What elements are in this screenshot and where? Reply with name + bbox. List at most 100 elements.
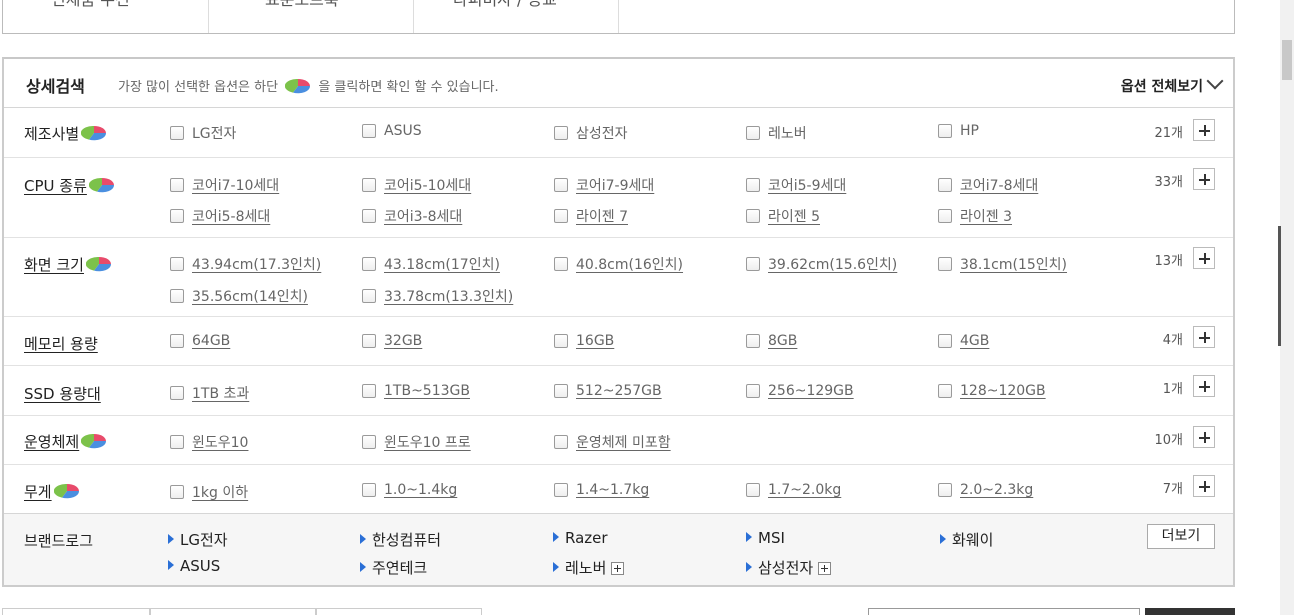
checkbox[interactable] — [170, 289, 184, 303]
option-checkbox[interactable]: 라이젠 5 — [746, 206, 820, 226]
option-checkbox[interactable]: 33.78cm(13.3인치) — [362, 286, 513, 306]
checkbox[interactable] — [362, 124, 376, 138]
brand-link[interactable]: LG전자 — [168, 529, 228, 550]
checkbox[interactable] — [938, 257, 952, 271]
checkbox[interactable] — [170, 126, 184, 140]
checkbox[interactable] — [938, 178, 952, 192]
filter-label-weight[interactable]: 무게 — [24, 481, 80, 502]
brand-link[interactable]: 화웨이 — [940, 529, 993, 550]
option-checkbox[interactable]: 1.0~1.4kg — [362, 482, 457, 498]
scrollbar-thumb[interactable] — [1282, 40, 1292, 80]
option-checkbox[interactable]: 35.56cm(14인치) — [170, 286, 308, 306]
option-checkbox[interactable]: 코어i3-8세대 — [362, 206, 462, 226]
checkbox[interactable] — [170, 386, 184, 400]
tab-item[interactable]: 인체품 우선 — [51, 0, 130, 10]
option-checkbox[interactable]: 코어i7-8세대 — [938, 175, 1038, 195]
checkbox[interactable] — [362, 209, 376, 223]
option-checkbox[interactable]: 1TB~513GB — [362, 383, 470, 399]
option-checkbox[interactable]: 1TB 초과 — [170, 383, 249, 403]
option-checkbox[interactable]: 38.1cm(15인치) — [938, 254, 1067, 274]
plus-icon[interactable] — [1193, 168, 1215, 190]
checkbox[interactable] — [938, 209, 952, 223]
checkbox[interactable] — [170, 334, 184, 348]
bottom-tab[interactable] — [316, 608, 482, 615]
option-checkbox[interactable]: ASUS — [362, 123, 422, 139]
bottom-tab[interactable] — [2, 608, 150, 615]
pie-chart-icon[interactable] — [85, 256, 112, 272]
option-checkbox[interactable]: 64GB — [170, 333, 230, 349]
option-checkbox[interactable]: 코어i5-10세대 — [362, 175, 471, 195]
more-brands-button[interactable]: 더보기 — [1147, 524, 1215, 549]
checkbox[interactable] — [362, 257, 376, 271]
option-checkbox[interactable]: LG전자 — [170, 123, 236, 143]
option-checkbox[interactable]: 라이젠 7 — [554, 206, 628, 226]
checkbox[interactable] — [746, 209, 760, 223]
tab-item[interactable]: 표준소트룩 — [265, 0, 339, 10]
filter-label-ssd[interactable]: SSD 용량대 — [24, 383, 101, 404]
checkbox[interactable] — [170, 257, 184, 271]
option-checkbox[interactable]: 128~120GB — [938, 383, 1046, 399]
tab-item[interactable]: 다피비자 / 등교 — [453, 0, 557, 10]
bottom-tab[interactable] — [150, 608, 316, 615]
plus-icon[interactable] — [1193, 426, 1215, 448]
checkbox[interactable] — [554, 178, 568, 192]
filter-label-screen[interactable]: 화면 크기 — [24, 254, 112, 275]
plus-icon[interactable] — [1193, 119, 1215, 141]
option-checkbox[interactable]: 1.7~2.0kg — [746, 482, 841, 498]
brand-link[interactable]: ASUS — [168, 557, 220, 575]
option-checkbox[interactable]: 32GB — [362, 333, 422, 349]
checkbox[interactable] — [554, 209, 568, 223]
plus-icon[interactable] — [1193, 375, 1215, 397]
checkbox[interactable] — [746, 483, 760, 497]
pie-chart-icon[interactable] — [81, 125, 107, 141]
filter-label-cpu[interactable]: CPU 종류 — [24, 175, 115, 196]
checkbox[interactable] — [746, 334, 760, 348]
plus-icon[interactable] — [1193, 475, 1215, 497]
pie-chart-icon[interactable] — [53, 483, 80, 499]
checkbox[interactable] — [938, 483, 952, 497]
checkbox[interactable] — [938, 384, 952, 398]
option-checkbox[interactable]: 43.18cm(17인치) — [362, 254, 500, 274]
checkbox[interactable] — [170, 178, 184, 192]
option-checkbox[interactable]: 8GB — [746, 333, 797, 349]
option-checkbox[interactable]: 운영체제 미포함 — [554, 432, 671, 452]
checkbox[interactable] — [554, 483, 568, 497]
scrollbar[interactable] — [1280, 0, 1294, 615]
option-checkbox[interactable]: 코어i7-10세대 — [170, 175, 279, 195]
bottom-input[interactable] — [868, 608, 1140, 615]
option-checkbox[interactable]: 레노버 — [746, 123, 807, 143]
checkbox[interactable] — [362, 334, 376, 348]
bottom-button[interactable] — [1145, 608, 1235, 615]
checkbox[interactable] — [362, 289, 376, 303]
brand-link[interactable]: 한성컴퓨터 — [360, 529, 441, 550]
checkbox[interactable] — [554, 257, 568, 271]
brand-link[interactable]: 레노버 — [553, 557, 625, 578]
checkbox[interactable] — [938, 334, 952, 348]
option-checkbox[interactable]: 40.8cm(16인치) — [554, 254, 683, 274]
option-checkbox[interactable]: 삼성전자 — [554, 123, 628, 143]
checkbox[interactable] — [362, 178, 376, 192]
checkbox[interactable] — [746, 257, 760, 271]
option-checkbox[interactable]: 39.62cm(15.6인치) — [746, 254, 897, 274]
option-checkbox[interactable]: 코어i5-8세대 — [170, 206, 270, 226]
plus-icon[interactable] — [818, 562, 832, 575]
option-checkbox[interactable]: HP — [938, 123, 979, 139]
checkbox[interactable] — [362, 384, 376, 398]
checkbox[interactable] — [170, 435, 184, 449]
pie-chart-icon[interactable] — [81, 433, 107, 449]
brand-link[interactable]: 주연테크 — [360, 557, 427, 578]
brand-link[interactable]: Razer — [553, 529, 608, 547]
pie-chart-icon[interactable] — [88, 177, 115, 193]
option-checkbox[interactable]: 512~257GB — [554, 383, 662, 399]
checkbox[interactable] — [746, 126, 760, 140]
option-checkbox[interactable]: 윈도우10 프로 — [362, 432, 471, 452]
option-checkbox[interactable]: 256~129GB — [746, 383, 854, 399]
brand-link[interactable]: MSI — [746, 529, 785, 547]
option-checkbox[interactable]: 1kg 이하 — [170, 482, 248, 502]
plus-icon[interactable] — [611, 562, 625, 575]
plus-icon[interactable] — [1193, 247, 1215, 269]
filter-label-memory[interactable]: 메모리 용량 — [24, 333, 98, 354]
checkbox[interactable] — [554, 435, 568, 449]
filter-label-os[interactable]: 운영체제 — [24, 431, 107, 452]
option-checkbox[interactable]: 코어i7-9세대 — [554, 175, 654, 195]
